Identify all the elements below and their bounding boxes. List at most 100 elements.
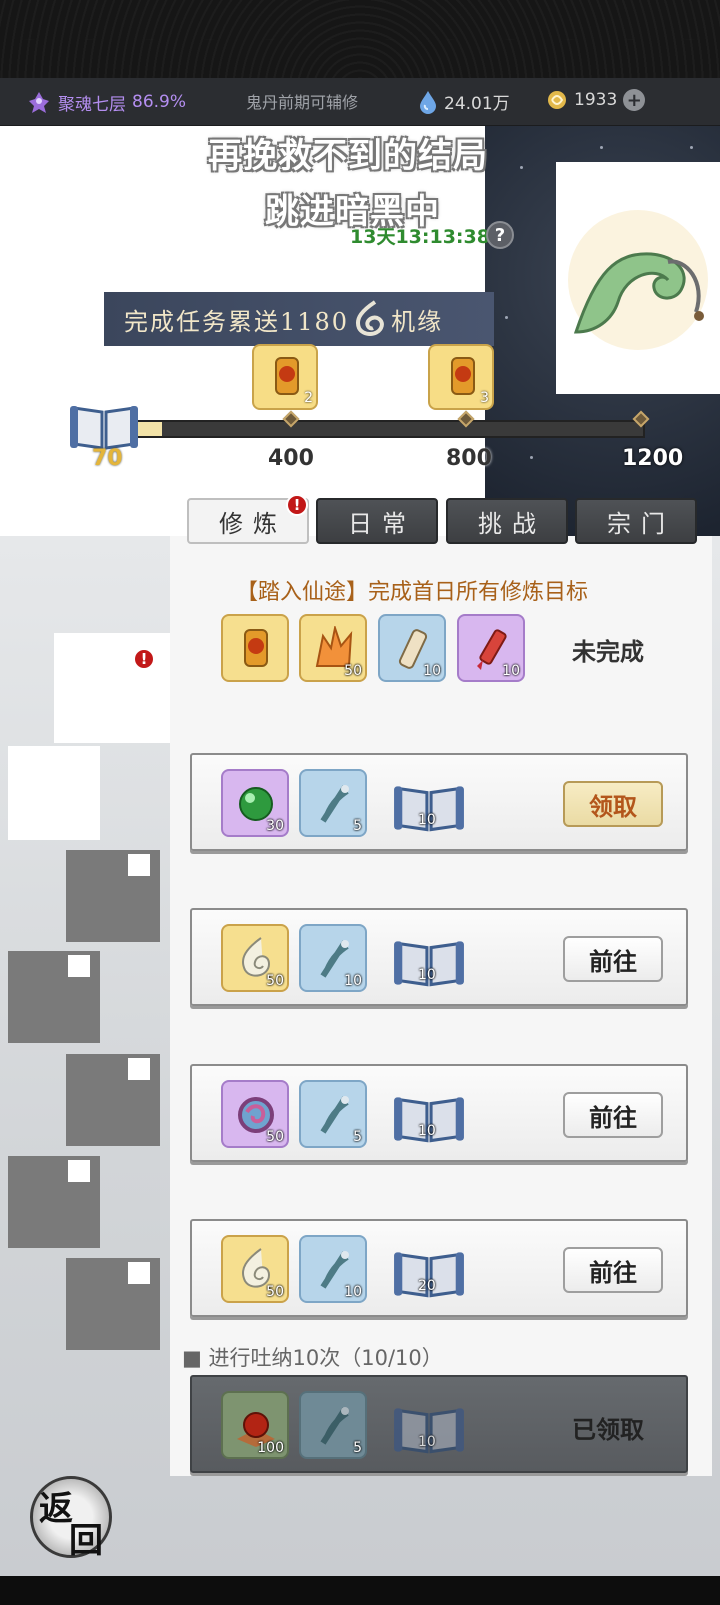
side-alert-badge: ! (133, 648, 155, 670)
milestone-reward-800[interactable]: 3 (428, 344, 494, 410)
milestone-reward-400[interactable]: 2 (252, 344, 318, 410)
item-count: 50 (266, 1284, 284, 1300)
water-drop-icon (420, 90, 436, 114)
item-count: 5 (353, 1129, 362, 1145)
task-description: ■ 进行吐纳10次（10/10） (182, 1346, 443, 1370)
spirit-stone-value: 24.01万 (444, 94, 510, 114)
gold-scroll-icon (451, 357, 475, 395)
book-reward-slot[interactable]: 10 (392, 935, 466, 991)
bottom-nav-strip (0, 1576, 720, 1605)
book-reward-slot[interactable]: 20 (392, 1246, 466, 1302)
back-label-char2: 回 (69, 1521, 103, 1561)
item-count: 10 (418, 812, 436, 828)
item-count: 50 (266, 973, 284, 989)
milestone-count: 2 (304, 390, 313, 406)
progress-current-label: 70 (92, 446, 123, 471)
back-label-char1: 返 (39, 1489, 73, 1529)
claimed-status: 已领取 (572, 1416, 644, 1444)
goal-reward-slot[interactable]: 10 (378, 614, 446, 682)
top-pattern-band (0, 0, 720, 78)
task-reward-slot[interactable]: 10 (299, 924, 367, 992)
resource-bar: 聚魂七层 86.9% 鬼丹前期可辅修 24.01万 1933 + (0, 78, 720, 126)
go-button[interactable]: 前往 (563, 1247, 663, 1293)
gold-scroll-icon (275, 357, 299, 395)
gold-scroll-icon (244, 629, 268, 667)
task-reward-slot[interactable]: 50 (221, 1080, 289, 1148)
spirit-stone-counter: 24.01万 (418, 89, 510, 114)
book-reward-slot[interactable]: 10 (392, 780, 466, 836)
claim-button[interactable]: 领取 (563, 781, 663, 827)
left-panel-mask (54, 633, 170, 743)
event-countdown: 13天13:13:38 (350, 226, 490, 248)
item-count: 20 (418, 1278, 436, 1294)
goal-title: 【踏入仙途】完成首日所有修炼目标 (236, 580, 589, 605)
item-count: 10 (344, 1284, 362, 1300)
banner-suffix: 机缘 (391, 307, 444, 336)
featured-artifact-panel[interactable] (556, 162, 720, 394)
spirit-fan-icon (320, 1096, 349, 1134)
left-panel-tile[interactable] (8, 1156, 100, 1248)
tab-sect[interactable]: 宗门 (575, 498, 697, 544)
middle-note: 鬼丹前期可辅修 (246, 93, 359, 112)
task-reward-slot[interactable]: 50 (221, 924, 289, 992)
help-button[interactable]: ? (486, 221, 514, 249)
spirit-avatar-icon (29, 92, 49, 113)
item-count: 50 (344, 663, 362, 679)
book-reward-slot[interactable]: 10 (392, 1091, 466, 1147)
left-panel-tile[interactable] (8, 951, 100, 1043)
item-count: 10 (344, 973, 362, 989)
task-reward-slot[interactable]: 10 (299, 1235, 367, 1303)
goal-reward-slot[interactable]: 10 (457, 614, 525, 682)
goal-status: 未完成 (572, 638, 644, 666)
milestone-label-400: 400 (268, 446, 314, 471)
add-currency-button[interactable]: + (623, 89, 646, 111)
item-count: 10 (423, 663, 441, 679)
tab-alert-badge: ! (286, 494, 308, 516)
event-progress-bar (130, 420, 645, 438)
milestone-count: 3 (480, 390, 489, 406)
cultivation-status[interactable]: 聚魂七层 86.9% (26, 89, 186, 115)
cultivation-percent: 86.9% (132, 92, 187, 112)
milestone-label-800: 800 (446, 446, 492, 471)
book-reward-slot[interactable]: 10 (392, 1402, 466, 1458)
goal-reward-slot[interactable] (221, 614, 289, 682)
task-reward-slot[interactable]: 30 (221, 769, 289, 837)
task-reward-slot[interactable]: 5 (299, 1080, 367, 1148)
cultivation-level: 聚魂七层 (58, 94, 126, 115)
item-count: 30 (266, 818, 284, 834)
task-reward-slot[interactable]: 5 (299, 1391, 367, 1459)
go-button[interactable]: 前往 (563, 936, 663, 982)
item-count: 5 (353, 818, 362, 834)
item-count: 10 (418, 1123, 436, 1139)
sub-cultivation-note: 鬼丹前期可辅修 (246, 89, 358, 113)
left-panel-tile[interactable] (66, 1258, 160, 1350)
banner-text: 完成任务累送1180 (124, 307, 350, 336)
task-reward-slot[interactable]: 5 (299, 769, 367, 837)
tab-daily[interactable]: 日常 (316, 498, 438, 544)
task-reward-slot[interactable]: 100 (221, 1391, 289, 1459)
back-button[interactable]: 返 回 (30, 1476, 112, 1561)
left-panel-tile[interactable] (66, 850, 160, 942)
item-count: 10 (418, 1434, 436, 1450)
task-reward-slot[interactable]: 50 (221, 1235, 289, 1303)
go-button[interactable]: 前往 (563, 1092, 663, 1138)
currency-value: 1933 (574, 90, 618, 110)
spirit-fan-icon (320, 785, 349, 823)
left-panel-mask (8, 746, 100, 840)
item-count: 50 (266, 1129, 284, 1145)
lyric-line-1: 再挽救不到的结局 (208, 136, 488, 176)
fortune-swirl-icon (356, 300, 384, 336)
spirit-fan-icon (320, 1407, 349, 1445)
currency-counter: 1933 + (546, 89, 646, 111)
milestone-label-1200: 1200 (622, 446, 684, 471)
jade-coin-icon (548, 91, 566, 109)
item-count: 10 (418, 967, 436, 983)
goal-reward-slot[interactable]: 50 (299, 614, 367, 682)
event-banner: 完成任务累送1180 机缘 (104, 292, 494, 346)
item-count: 5 (353, 1440, 362, 1456)
tab-challenge[interactable]: 挑战 (446, 498, 568, 544)
jade-pendant-icon (568, 210, 708, 350)
item-count: 100 (257, 1440, 284, 1456)
left-panel-tile[interactable] (66, 1054, 160, 1146)
item-count: 10 (502, 663, 520, 679)
